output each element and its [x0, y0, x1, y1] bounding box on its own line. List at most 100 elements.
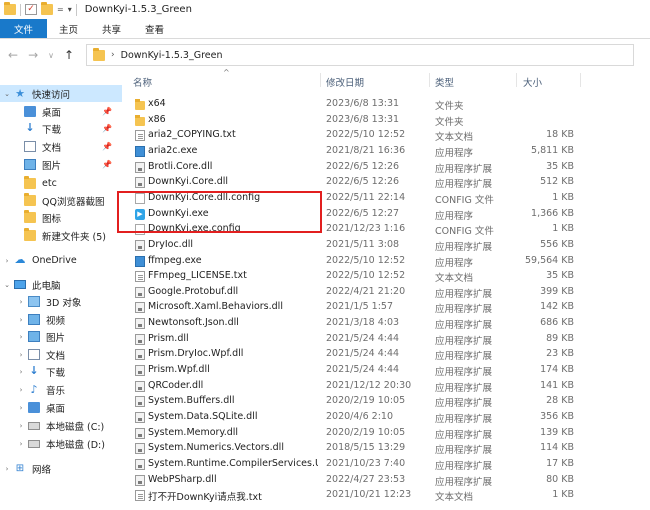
- sidebar-item-drive-c[interactable]: › 本地磁盘 (C:): [0, 417, 104, 434]
- sidebar-item-quick-access[interactable]: ⌄ ★ 快速访问: [0, 85, 122, 102]
- chevron-right-icon[interactable]: ›: [14, 351, 28, 359]
- dll-file-icon: [135, 365, 145, 377]
- file-row[interactable]: Prism.dll 2021/5/24 4:44 应用程序扩展 89 KB: [123, 332, 650, 348]
- sidebar-item-3d-objects[interactable]: › 3D 对象: [0, 293, 81, 310]
- file-row[interactable]: DownKyi.Core.dll 2022/6/5 12:26 应用程序扩展 512 …: [123, 175, 650, 191]
- document-icon: [24, 141, 36, 152]
- properties-icon[interactable]: ✓: [25, 4, 37, 15]
- sidebar-item-pc-documents[interactable]: › 文档: [0, 346, 65, 363]
- file-row[interactable]: System.Runtime.CompilerServices.Un... 202…: [123, 457, 650, 473]
- file-row[interactable]: aria2c.exe 2021/8/21 16:36 应用程序 5,811 KB: [123, 144, 650, 160]
- sidebar-item-desktop[interactable]: 桌面 📌: [0, 103, 122, 120]
- file-row[interactable]: Google.Protobuf.dll 2022/4/21 21:20 应用程序扩展…: [123, 285, 650, 301]
- sidebar-item-onedrive[interactable]: › ☁ OneDrive: [0, 252, 77, 269]
- sidebar-item-music[interactable]: › ♪ 音乐: [0, 381, 65, 398]
- tab-home[interactable]: 主页: [47, 19, 90, 38]
- file-row[interactable]: Brotli.Core.dll 2022/6/5 12:26 应用程序扩展 35 KB: [123, 160, 650, 176]
- column-divider[interactable]: [580, 73, 581, 87]
- column-divider[interactable]: [320, 73, 321, 87]
- pin-icon: 📌: [102, 160, 112, 169]
- chevron-down-icon[interactable]: ▾: [68, 5, 72, 14]
- forward-arrow-icon[interactable]: →: [28, 48, 38, 62]
- sidebar-item-label: etc: [42, 178, 57, 189]
- sidebar-item-this-pc[interactable]: ⌄ 此电脑: [0, 276, 61, 293]
- file-row[interactable]: x86 2023/6/8 13:31 文件夹: [123, 113, 650, 129]
- file-name: Brotli.Core.dll: [148, 160, 213, 172]
- sidebar-item-qq-screenshots[interactable]: QQ浏览器截图: [0, 192, 104, 209]
- picture-icon: [28, 331, 40, 342]
- file-row[interactable]: System.Data.SQLite.dll 2020/4/6 2:10 应用程序扩…: [123, 410, 650, 426]
- column-divider[interactable]: [516, 73, 517, 87]
- file-name: 打不开DownKyi请点我.txt: [148, 492, 262, 504]
- picture-icon: [24, 159, 36, 170]
- sidebar-item-videos[interactable]: › 视频: [0, 311, 65, 328]
- chevron-right-icon[interactable]: ›: [14, 404, 28, 412]
- file-row[interactable]: 打不开DownKyi请点我.txt 2021/10/21 12:23 文本文档 1 K…: [123, 488, 650, 504]
- tab-file[interactable]: 文件: [0, 19, 48, 38]
- recent-locations-icon[interactable]: ∨: [48, 51, 54, 60]
- sidebar-item-drive-d[interactable]: › 本地磁盘 (D:): [0, 435, 105, 452]
- sidebar-item-pc-desktop[interactable]: › 桌面: [0, 399, 65, 416]
- sidebar-item-downloads[interactable]: ↓ 下载 📌: [0, 120, 122, 137]
- chevron-right-icon[interactable]: ›: [14, 422, 28, 430]
- pin-icon: 📌: [102, 142, 112, 151]
- file-row[interactable]: QRCoder.dll 2021/12/12 20:30 应用程序扩展 141 KB: [123, 379, 650, 395]
- file-size: 23 KB: [546, 348, 574, 360]
- sidebar-item-icons[interactable]: 图标: [0, 209, 61, 226]
- file-row[interactable]: x64 2023/6/8 13:31 文件夹: [123, 97, 650, 113]
- file-row[interactable]: System.Numerics.Vectors.dll 2018/5/15 13:…: [123, 441, 650, 457]
- chevron-down-icon[interactable]: ⌄: [0, 281, 14, 289]
- new-folder-icon[interactable]: [41, 2, 53, 15]
- tab-view[interactable]: 查看: [133, 19, 176, 38]
- file-row[interactable]: DownKyi.Core.dll.config 2022/5/11 22:14 CO…: [123, 191, 650, 207]
- chevron-right-icon[interactable]: ›: [14, 386, 28, 394]
- chevron-right-icon[interactable]: ›: [0, 465, 14, 473]
- file-row[interactable]: DownKyi.exe.config 2021/12/23 1:16 CONFIG …: [123, 222, 650, 238]
- file-size: 17 KB: [546, 457, 574, 469]
- sidebar-item-etc[interactable]: etc: [0, 175, 57, 192]
- chevron-right-icon[interactable]: ›: [0, 257, 14, 265]
- file-row[interactable]: Prism.DryIoc.Wpf.dll 2021/5/24 4:44 应用程序扩展…: [123, 347, 650, 363]
- address-bar[interactable]: › DownKyi-1.5.3_Green: [86, 44, 635, 66]
- chevron-right-icon[interactable]: ›: [14, 440, 28, 448]
- file-row[interactable]: ffmpeg.exe 2022/5/10 12:52 应用程序 59,564 KB: [123, 254, 650, 270]
- chevron-right-icon[interactable]: ›: [14, 333, 28, 341]
- up-arrow-icon[interactable]: ↑: [64, 48, 74, 62]
- column-divider[interactable]: [429, 73, 430, 87]
- chevron-down-icon[interactable]: ⌄: [0, 90, 14, 98]
- chevron-right-icon[interactable]: ›: [111, 50, 115, 60]
- file-row[interactable]: FFmpeg_LICENSE.txt 2022/5/10 12:52 文本文档 35 …: [123, 269, 650, 285]
- sidebar-item-label: 文档: [42, 142, 62, 154]
- sidebar-item-documents[interactable]: 文档 📌: [0, 138, 122, 155]
- file-row[interactable]: Newtonsoft.Json.dll 2021/3/18 4:03 应用程序扩展 6…: [123, 316, 650, 332]
- file-row[interactable]: WebPSharp.dll 2022/4/27 23:53 应用程序扩展 80 KB: [123, 473, 650, 489]
- file-date: 2021/12/23 1:16: [326, 223, 406, 235]
- file-row[interactable]: System.Buffers.dll 2020/2/19 10:05 应用程序扩展 2…: [123, 394, 650, 410]
- sidebar-item-pc-downloads[interactable]: › ↓ 下载: [0, 363, 65, 380]
- file-row[interactable]: aria2_COPYING.txt 2022/5/10 12:52 文本文档 18 K…: [123, 128, 650, 144]
- sidebar-item-pc-pictures[interactable]: › 图片: [0, 328, 65, 345]
- back-arrow-icon[interactable]: ←: [8, 48, 18, 62]
- tab-share[interactable]: 共享: [90, 19, 133, 38]
- sidebar-item-network[interactable]: › ⊞ 网络: [0, 460, 51, 477]
- sidebar-item-label: OneDrive: [32, 255, 77, 266]
- column-header-size[interactable]: 大小: [523, 75, 542, 89]
- sidebar-item-new-folder-5[interactable]: 新建文件夹 (5): [0, 227, 106, 244]
- chevron-right-icon[interactable]: ›: [14, 298, 28, 306]
- file-row[interactable]: DryIoc.dll 2021/5/11 3:08 应用程序扩展 556 KB: [123, 238, 650, 254]
- column-header-name[interactable]: 名称: [133, 75, 152, 89]
- file-type: 应用程序扩展: [435, 367, 493, 379]
- chevron-right-icon[interactable]: ›: [14, 316, 28, 324]
- file-row[interactable]: Prism.Wpf.dll 2021/5/24 4:44 应用程序扩展 174 KB: [123, 363, 650, 379]
- file-row[interactable]: ▶ DownKyi.exe 2022/6/5 12:27 应用程序 1,366 KB: [123, 207, 650, 223]
- column-header-date[interactable]: 修改日期: [326, 75, 364, 89]
- column-header-type[interactable]: 类型: [435, 75, 454, 89]
- customize-toolbar-icon[interactable]: =: [57, 5, 64, 14]
- file-row[interactable]: Microsoft.Xaml.Behaviors.dll 2021/1/5 1:5…: [123, 300, 650, 316]
- file-size: 59,564 KB: [524, 254, 574, 266]
- sidebar-item-pictures[interactable]: 图片 📌: [0, 156, 122, 173]
- file-row[interactable]: System.Memory.dll 2020/2/19 10:05 应用程序扩展 13…: [123, 426, 650, 442]
- address-path[interactable]: DownKyi-1.5.3_Green: [121, 50, 223, 61]
- chevron-right-icon[interactable]: ›: [14, 368, 28, 376]
- file-name: DownKyi.Core.dll: [148, 176, 229, 188]
